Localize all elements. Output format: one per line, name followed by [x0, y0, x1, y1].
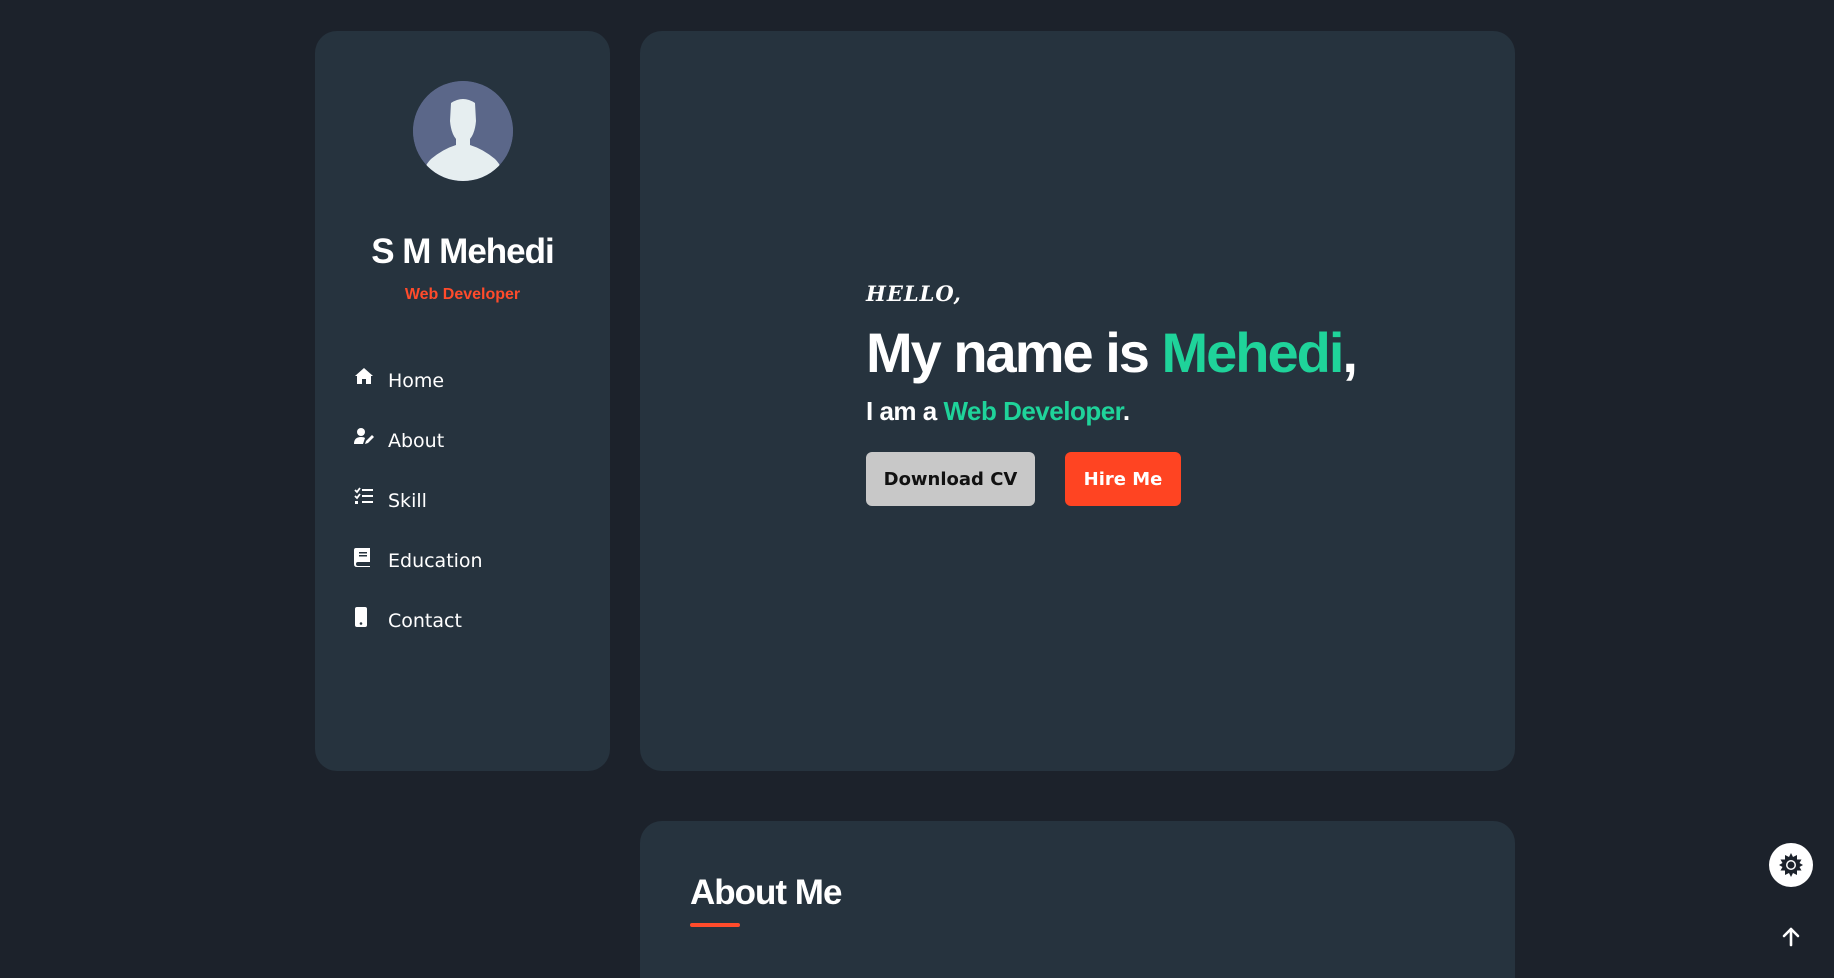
- hero-subline: I am a Web Developer.: [866, 396, 1130, 427]
- checklist-icon: [354, 487, 376, 509]
- page: S M Mehedi Web Developer Home About Skil…: [0, 0, 1834, 978]
- download-cv-button[interactable]: Download CV: [866, 452, 1035, 506]
- sun-gear-icon: [1779, 853, 1803, 877]
- about-title: About Me: [690, 873, 842, 912]
- scroll-to-top-button[interactable]: [1779, 925, 1803, 949]
- book-icon: [354, 547, 376, 569]
- sidebar-item-about[interactable]: About: [354, 411, 483, 471]
- sidebar-item-label: Education: [388, 550, 483, 572]
- sidebar-item-education[interactable]: Education: [354, 531, 483, 591]
- sidebar-item-contact[interactable]: Contact: [354, 591, 483, 651]
- home-icon: [354, 367, 376, 389]
- sidebar-item-label: Skill: [388, 490, 427, 512]
- headline-suffix: ,: [1342, 321, 1358, 384]
- about-title-underline: [690, 923, 740, 927]
- hero-greeting: HELLO,: [866, 281, 962, 306]
- profile-role: Web Developer: [404, 286, 521, 303]
- user-edit-icon: [354, 427, 376, 449]
- about-section: About Me: [640, 821, 1515, 978]
- sidebar-item-label: Contact: [388, 610, 462, 632]
- sidebar-item-skill[interactable]: Skill: [354, 471, 483, 531]
- subline-suffix: .: [1122, 396, 1130, 426]
- theme-toggle-button[interactable]: [1769, 843, 1813, 887]
- arrow-up-icon: [1782, 927, 1800, 947]
- avatar: [413, 81, 513, 181]
- hire-me-button[interactable]: Hire Me: [1065, 452, 1181, 506]
- subline-role: Web Developer: [943, 396, 1123, 426]
- hero-section: HELLO, My name is Mehedi, I am a Web Dev…: [640, 31, 1515, 771]
- phone-icon: [354, 607, 376, 629]
- sidebar-item-label: About: [388, 430, 445, 452]
- headline-name: Mehedi: [1161, 321, 1344, 384]
- sidebar-item-home[interactable]: Home: [354, 351, 483, 411]
- person-silhouette-icon: [413, 81, 513, 181]
- hero-headline: My name is Mehedi,: [866, 320, 1358, 385]
- profile-name: S M Mehedi: [371, 232, 555, 271]
- sidebar-nav: Home About Skill Education Contact: [354, 351, 483, 651]
- sidebar: S M Mehedi Web Developer Home About Skil…: [315, 31, 610, 771]
- headline-prefix: My name is: [866, 321, 1162, 384]
- subline-prefix: I am a: [866, 396, 944, 426]
- sidebar-item-label: Home: [388, 370, 445, 392]
